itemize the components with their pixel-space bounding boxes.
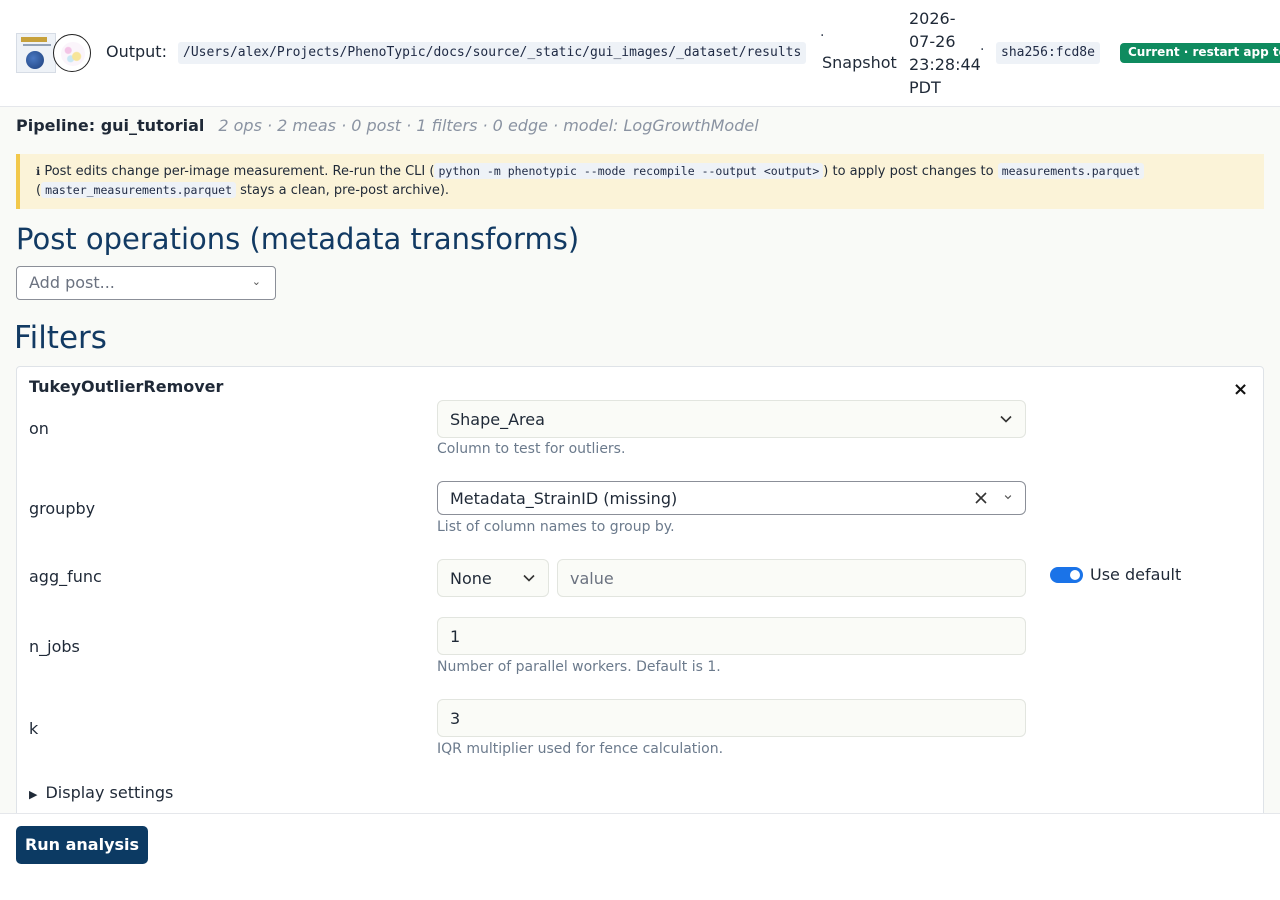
add-post-placeholder: Add post... bbox=[29, 273, 115, 292]
chevron-down-icon bbox=[523, 574, 535, 582]
output-path: /Users/alex/Projects/PhenoTypic/docs/sou… bbox=[178, 42, 807, 64]
n-jobs-help: Number of parallel workers. Default is 1… bbox=[437, 659, 721, 675]
chevron-down-icon bbox=[1000, 415, 1012, 423]
k-help: IQR multiplier used for fence calculatio… bbox=[437, 741, 724, 757]
close-icon[interactable]: × bbox=[1233, 379, 1248, 400]
groupby-value: Metadata_StrainID (missing) bbox=[450, 489, 678, 508]
info-text: stays a clean, pre-post archive). bbox=[240, 183, 450, 198]
filters-heading: Filters bbox=[14, 320, 107, 356]
snapshot-label: Snapshot bbox=[822, 53, 897, 72]
param-label-agg-func: agg_func bbox=[29, 567, 102, 586]
param-label-on: on bbox=[29, 419, 49, 438]
display-settings-label: Display settings bbox=[45, 783, 174, 802]
status-badge: Current · restart app to refresh bbox=[1120, 43, 1280, 63]
separator: · bbox=[820, 28, 825, 44]
filter-card: TukeyOutlierRemover × on Shape_Area Colu… bbox=[16, 366, 1264, 836]
snapshot-timestamp: 2026-07-26 23:28:44 PDT bbox=[909, 9, 981, 97]
chevron-down-icon bbox=[1004, 495, 1012, 500]
output-label: Output: bbox=[106, 42, 167, 61]
display-settings-toggle[interactable]: ▶ Display settings bbox=[29, 783, 173, 802]
footer-bar: Run analysis bbox=[0, 813, 1280, 900]
on-select[interactable]: Shape_Area bbox=[437, 400, 1026, 438]
app-logo bbox=[53, 34, 91, 72]
info-icon: ℹ bbox=[36, 165, 41, 178]
agg-func-placeholder: value bbox=[570, 569, 614, 588]
clear-icon[interactable] bbox=[973, 490, 989, 506]
post-heading: Post operations (metadata transforms) bbox=[16, 222, 580, 256]
file-name: master_measurements.parquet bbox=[41, 182, 237, 198]
file-name: measurements.parquet bbox=[997, 163, 1145, 179]
pipeline-name: Pipeline: gui_tutorial bbox=[16, 116, 205, 135]
param-label-groupby: groupby bbox=[29, 499, 96, 518]
run-analysis-button[interactable]: Run analysis bbox=[16, 826, 148, 864]
add-post-select[interactable]: Add post... ⌄ bbox=[16, 266, 276, 300]
info-notice: ℹ Post edits change per-image measuremen… bbox=[16, 154, 1264, 209]
logos bbox=[16, 33, 92, 73]
n-jobs-input[interactable]: 1 bbox=[437, 617, 1026, 655]
param-label-k: k bbox=[29, 719, 39, 738]
agg-func-select[interactable]: None bbox=[437, 559, 549, 597]
use-default-toggle[interactable] bbox=[1050, 567, 1083, 583]
k-input[interactable]: 3 bbox=[437, 699, 1026, 737]
separator: · bbox=[980, 42, 985, 58]
pipeline-summary: Pipeline: gui_tutorial 2 ops · 2 meas · 0… bbox=[16, 116, 759, 135]
pipeline-stats: 2 ops · 2 meas · 0 post · 1 filters · 0 … bbox=[218, 116, 759, 135]
on-help: Column to test for outliers. bbox=[437, 441, 626, 457]
info-text: ) to apply post changes to bbox=[823, 164, 994, 179]
agg-func-value-input[interactable]: value bbox=[557, 559, 1026, 597]
groupby-help: List of column names to group by. bbox=[437, 519, 675, 535]
agg-func-select-value: None bbox=[450, 569, 492, 588]
cli-command: python -m phenotypic --mode recompile --… bbox=[434, 163, 824, 179]
n-jobs-value: 1 bbox=[450, 627, 461, 646]
header-bar: Output: /Users/alex/Projects/PhenoTypic/… bbox=[0, 0, 1280, 107]
on-value: Shape_Area bbox=[450, 410, 545, 429]
filter-title: TukeyOutlierRemover bbox=[29, 377, 224, 396]
caret-right-icon: ▶ bbox=[29, 788, 38, 801]
institution-logo bbox=[16, 33, 56, 73]
chevron-down-icon: ⌄ bbox=[251, 275, 261, 288]
param-label-n-jobs: n_jobs bbox=[29, 637, 80, 656]
snapshot-hash: sha256:fcd8e bbox=[996, 42, 1100, 64]
info-text: Post edits change per-image measurement.… bbox=[44, 164, 435, 179]
k-value: 3 bbox=[450, 709, 461, 728]
use-default-label: Use default bbox=[1090, 565, 1182, 584]
groupby-select[interactable]: Metadata_StrainID (missing) bbox=[437, 481, 1026, 515]
